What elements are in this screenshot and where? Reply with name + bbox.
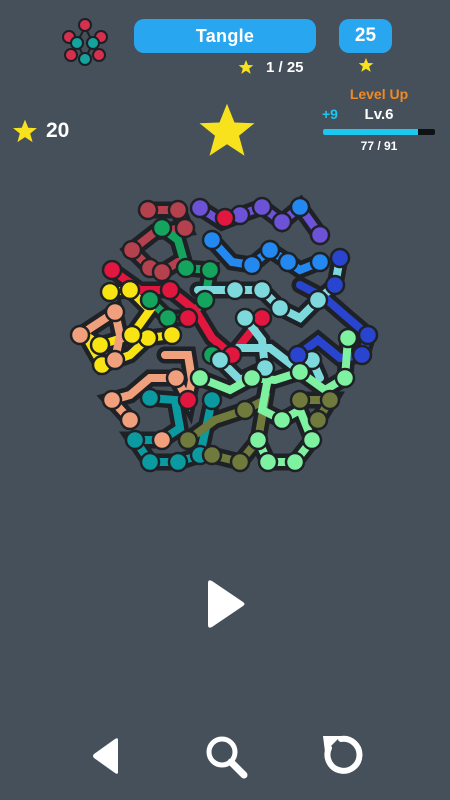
xp-text: 77 / 91	[360, 139, 398, 153]
play-icon[interactable]	[203, 575, 251, 633]
star-icon	[13, 119, 37, 143]
back-icon[interactable]	[88, 735, 124, 777]
puzzle-board[interactable]	[62, 190, 388, 480]
star-count: 20	[46, 119, 70, 142]
player-level: Lv.6	[364, 106, 394, 123]
restart-icon[interactable]	[317, 730, 367, 780]
xp-progress-bar	[323, 129, 435, 135]
level-title: Tangle	[134, 19, 316, 53]
molecule-logo-icon	[62, 18, 108, 66]
search-icon[interactable]	[202, 733, 252, 781]
level-count-badge: 25	[339, 19, 392, 53]
star-score: 20	[12, 118, 69, 144]
star-icon	[238, 60, 254, 74]
level-up-label: Level Up	[349, 86, 409, 102]
stage-progress: 1 / 25	[238, 57, 304, 77]
xp-progress-fill	[323, 129, 418, 135]
progress-text: 1 / 25	[266, 58, 304, 76]
big-star-icon	[199, 103, 255, 156]
star-icon	[358, 58, 374, 72]
